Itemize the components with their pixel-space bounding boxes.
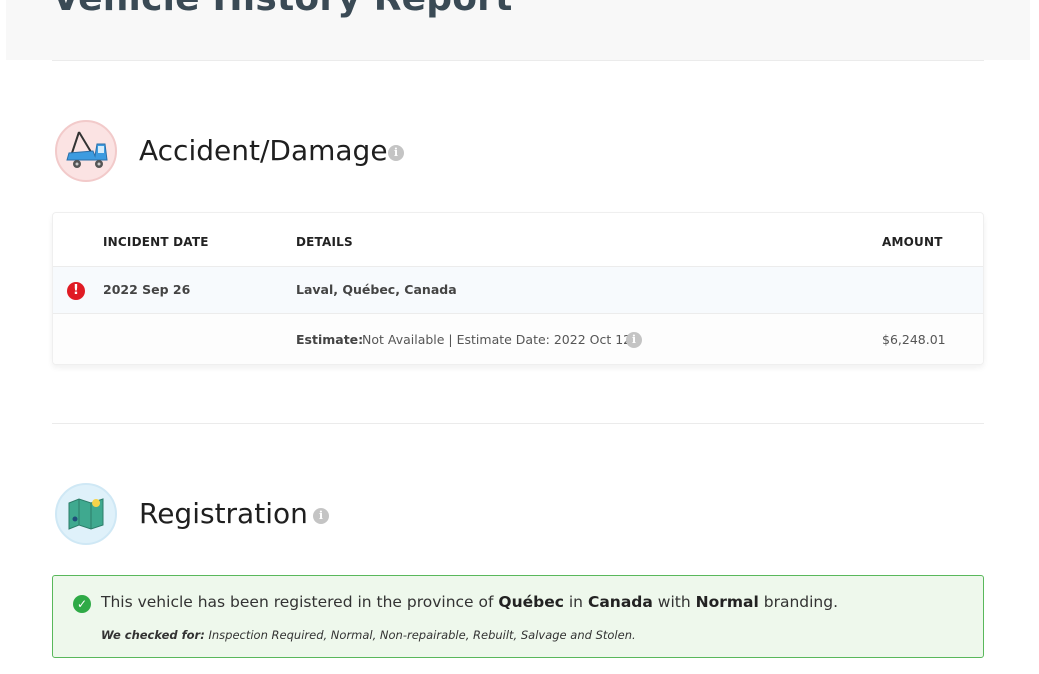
divider	[52, 423, 984, 424]
checked-for: We checked for: Inspection Required, Nor…	[101, 628, 636, 642]
info-icon[interactable]: i	[626, 332, 642, 348]
table-row: ! 2022 Sep 26 Laval, Québec, Canada	[53, 267, 983, 314]
estimate-label: Estimate:	[296, 332, 364, 347]
estimate-value: Not Available | Estimate Date: 2022 Oct …	[362, 332, 632, 347]
divider	[52, 60, 984, 61]
page-title: Vehicle History Report	[52, 0, 513, 19]
registration-section-title: Registration	[139, 497, 308, 530]
report-header: Vehicle History Report	[6, 0, 1030, 60]
check-circle-icon: ✓	[73, 595, 91, 613]
info-icon[interactable]: i	[313, 508, 329, 524]
header-amount: AMOUNT	[882, 235, 943, 249]
province: Québec	[498, 593, 564, 611]
incident-date: 2022 Sep 26	[103, 282, 191, 297]
table-header-row: INCIDENT DATE DETAILS AMOUNT	[53, 213, 983, 267]
incident-location: Laval, Québec, Canada	[296, 282, 457, 297]
info-icon[interactable]: i	[388, 145, 404, 161]
registration-notice: ✓ This vehicle has been registered in th…	[52, 575, 984, 658]
branding: Normal	[695, 593, 759, 611]
registration-summary: This vehicle has been registered in the …	[101, 593, 839, 611]
header-details: DETAILS	[296, 235, 353, 249]
incident-amount: $6,248.01	[882, 332, 946, 347]
map-icon	[55, 483, 117, 545]
accident-section-title: Accident/Damage	[139, 134, 388, 167]
tow-truck-icon	[55, 120, 117, 182]
country: Canada	[587, 593, 653, 611]
table-row: Estimate: Not Available | Estimate Date:…	[53, 314, 983, 364]
alert-icon: !	[67, 282, 85, 300]
header-incident-date: INCIDENT DATE	[103, 235, 209, 249]
accident-table: INCIDENT DATE DETAILS AMOUNT ! 2022 Sep …	[52, 212, 984, 365]
